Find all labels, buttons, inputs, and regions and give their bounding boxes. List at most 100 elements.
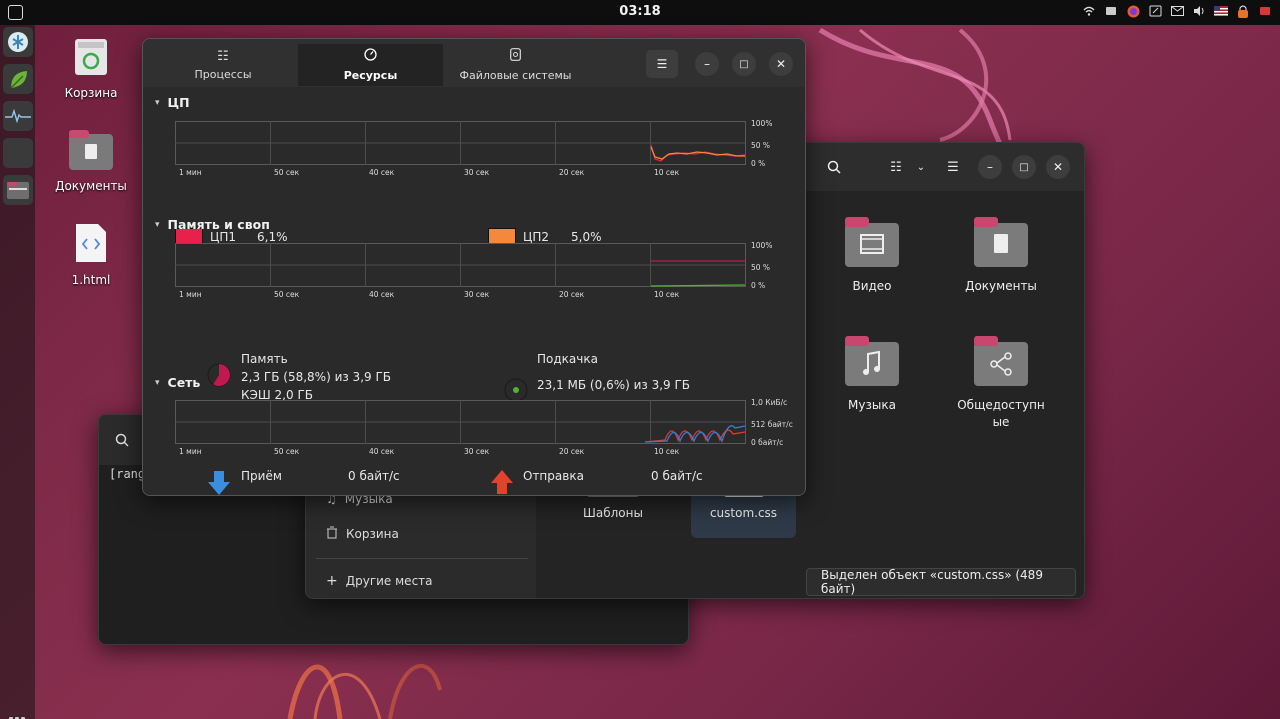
dock-files[interactable] — [3, 175, 33, 205]
y-tick-label: 0 % — [751, 281, 766, 290]
section-title: Память и своп — [167, 217, 270, 232]
swap-label: Подкачка — [537, 352, 598, 366]
wifi-icon[interactable] — [1082, 4, 1096, 18]
receive-value: 0 байт/с — [348, 469, 400, 483]
menu-icon[interactable]: ☰ — [941, 155, 965, 179]
dock-leaf-app[interactable] — [3, 64, 33, 94]
chevron-down-icon: ▾ — [155, 97, 160, 108]
desktop-icon-label: Документы — [55, 179, 127, 193]
terminal-output: [rang — [109, 467, 146, 481]
section-title: ЦП — [167, 95, 190, 110]
x-tick-label: 10 сек — [654, 168, 680, 177]
dock-app-menu[interactable] — [3, 27, 33, 57]
trash-icon — [75, 39, 107, 75]
folder-documents[interactable]: Документы — [946, 217, 1056, 295]
network-history-graph: 1 мин 50 сек 40 сек 30 сек 20 сек 10 сек 1,0 К… — [175, 398, 793, 456]
x-tick-label: 50 сек — [274, 447, 300, 456]
network-section-header[interactable]: ▾ Сеть — [155, 375, 200, 390]
sidebar-item-trash[interactable]: Корзина — [326, 524, 399, 544]
volume-icon[interactable] — [1192, 4, 1206, 18]
folder-music[interactable]: Музыка — [817, 336, 927, 414]
resources-panel: ▾ ЦП 1 мин 50 сек 40 сек 30 сек 20 сек 10 сек… — [143, 87, 805, 495]
documents-folder-icon — [974, 217, 1028, 267]
tab-processes[interactable]: ☷ Процессы — [148, 44, 298, 86]
maximize-button[interactable]: □ — [732, 52, 756, 76]
system-tray — [1082, 4, 1272, 18]
y-tick-label: 50 % — [751, 141, 771, 150]
desktop-icon-label: Корзина — [64, 86, 118, 100]
video-folder-icon — [845, 217, 899, 267]
y-tick-label: 1,0 КиБ/с — [751, 398, 788, 407]
x-tick-label: 50 сек — [274, 168, 300, 177]
dock-terminal[interactable] — [3, 138, 33, 168]
send-value: 0 байт/с — [651, 469, 703, 483]
files-headerbar: ☷ ⌄ ☰ – □ ✕ — [806, 143, 1084, 191]
html-file-icon — [76, 224, 106, 262]
receive-label: Приём — [241, 469, 282, 483]
mem-graph-svg — [175, 243, 746, 287]
close-button[interactable]: ✕ — [1046, 155, 1070, 179]
search-icon[interactable] — [822, 155, 846, 179]
chevron-down-icon[interactable]: ⌄ — [909, 155, 933, 179]
y-tick-label: 100% — [751, 119, 773, 128]
y-tick-label: 512 байт/с — [751, 420, 793, 429]
music-folder-icon — [845, 336, 899, 386]
sidebar-item-other-places[interactable]: + Другие места — [326, 571, 433, 591]
cpu2-color-swatch[interactable] — [488, 228, 516, 244]
pie-slice — [513, 387, 519, 393]
chevron-down-icon: ▾ — [155, 377, 160, 388]
memory-section-header[interactable]: ▾ Память и своп — [155, 217, 270, 232]
desktop-icon-documents[interactable]: Документы — [46, 130, 136, 193]
x-tick-label: 30 сек — [464, 447, 490, 456]
section-title: Сеть — [167, 375, 201, 390]
x-tick-label: 1 мин — [179, 290, 202, 299]
tab-label: Ресурсы — [343, 69, 398, 82]
cpu2-label: ЦП2 — [523, 230, 549, 244]
cpu-history-graph: 1 мин 50 сек 40 сек 30 сек 20 сек 10 сек 100% 5… — [175, 119, 772, 177]
cpu-section-header[interactable]: ▾ ЦП — [155, 95, 190, 110]
net-graph-svg — [175, 400, 746, 444]
close-button[interactable]: ✕ — [769, 52, 793, 76]
desktop-icon-trash[interactable]: Корзина — [46, 37, 136, 100]
minimize-button[interactable]: – — [978, 155, 1002, 179]
documents-folder-icon — [69, 130, 113, 170]
x-tick-label: 20 сек — [559, 290, 585, 299]
minimize-button[interactable]: – — [695, 52, 719, 76]
tab-file-systems[interactable]: Файловые системы — [443, 44, 588, 86]
leaf-icon — [10, 71, 27, 89]
folder-label: Видео — [852, 279, 892, 293]
upload-arrow-icon — [489, 469, 515, 495]
sidebar-item-label: Другие места — [345, 574, 433, 588]
menu-button[interactable]: ☰ — [646, 50, 678, 78]
folder-label: Документы — [965, 279, 1037, 293]
tab-resources[interactable]: Ресурсы — [298, 44, 443, 86]
firefox-icon[interactable] — [1126, 4, 1140, 18]
activities-button[interactable] — [8, 5, 23, 20]
folder-public[interactable]: Общедоступные — [946, 336, 1056, 431]
x-tick-label: 40 сек — [369, 447, 395, 456]
x-tick-label: 20 сек — [559, 447, 585, 456]
memory-label: Память — [241, 352, 288, 366]
share-folder-icon — [974, 336, 1028, 386]
desktop-icon-html-file[interactable]: 1.html — [46, 222, 136, 287]
maximize-button[interactable]: □ — [1012, 155, 1036, 179]
system-monitor-window[interactable]: ☷ Процессы Ресурсы Файловые системы ☰ – … — [142, 38, 806, 496]
dock-system-monitor[interactable] — [3, 101, 33, 131]
mail-notify-icon[interactable] — [1258, 4, 1272, 18]
memory-pie-icon[interactable] — [205, 361, 233, 392]
screen-icon[interactable] — [1148, 4, 1162, 18]
tab-label: Файловые системы — [459, 69, 572, 82]
mail-icon[interactable] — [1170, 4, 1184, 18]
chevron-down-icon: ▾ — [155, 219, 160, 230]
list-view-icon[interactable]: ☷ — [884, 155, 908, 179]
search-icon[interactable] — [115, 433, 129, 450]
network-icon[interactable] — [1104, 4, 1118, 18]
top-bar: 03:18 — [0, 0, 1280, 25]
folder-label: Общедоступные — [957, 398, 1045, 429]
lock-icon[interactable] — [1236, 4, 1250, 18]
language-flag-icon[interactable] — [1214, 4, 1228, 18]
cpu1-value: 6,1% — [257, 230, 288, 244]
selection-status: Выделен объект «custom.css» (489 байт) — [806, 568, 1076, 596]
folder-videos[interactable]: Видео — [817, 217, 927, 295]
x-tick-label: 1 мин — [179, 447, 202, 456]
